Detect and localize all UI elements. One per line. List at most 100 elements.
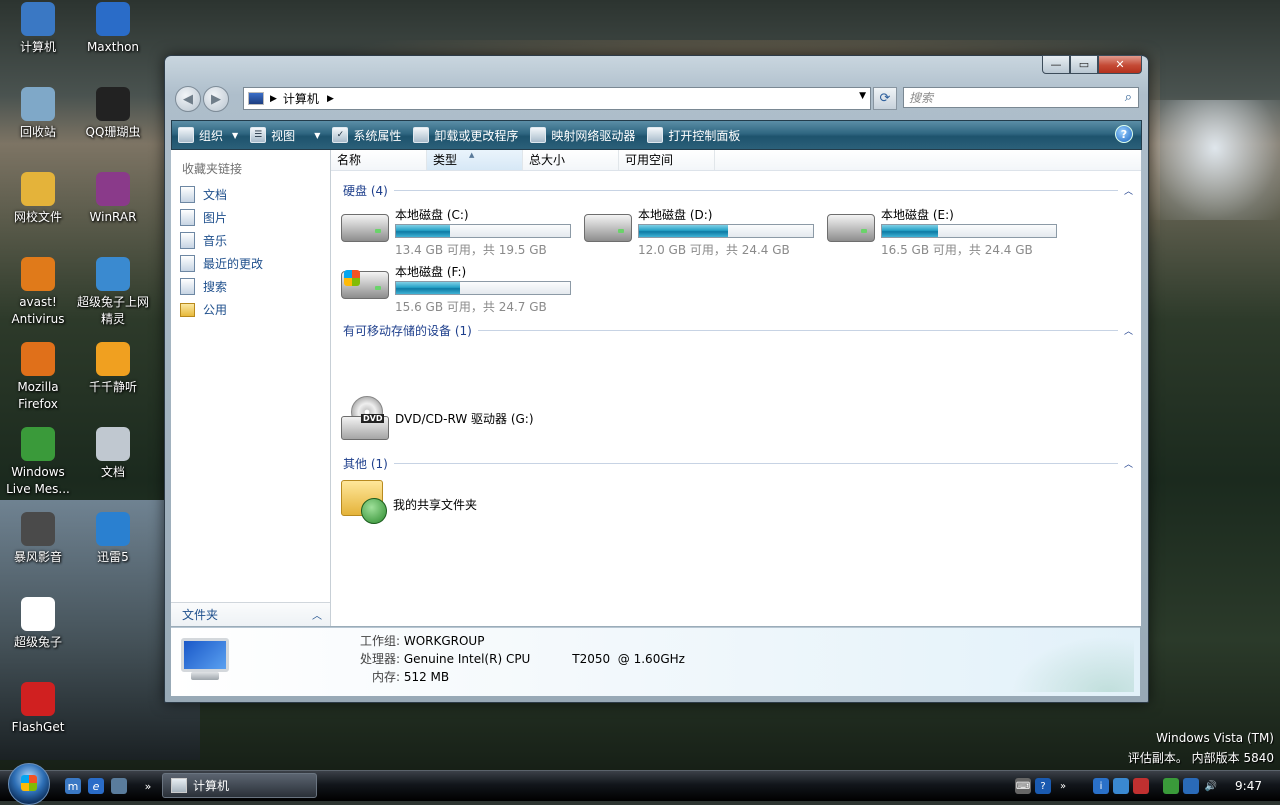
ie-icon[interactable]: e (88, 778, 104, 794)
address-bar[interactable]: ▶ 计算机 ▶ ▼ (243, 87, 871, 110)
group-header-other[interactable]: 其他 (1) ︿ (343, 456, 1133, 471)
desktop-icon[interactable]: 文档 (75, 427, 151, 481)
nav-item-label: 图片 (203, 211, 228, 225)
search-input[interactable]: 搜索 ⌕ (903, 87, 1139, 108)
messenger-icon (21, 427, 55, 461)
network-status-icon[interactable] (1163, 778, 1180, 794)
desktop-icon[interactable]: 暴风影音 (0, 512, 76, 566)
tray-overflow-icon[interactable]: » (1055, 778, 1071, 794)
views-button[interactable]: ☰ 视图 ▼ (244, 123, 326, 147)
volume-icon[interactable]: 🔊 (1203, 778, 1219, 794)
drive-c[interactable]: 本地磁盘 (C:) 13.4 GB 可用，共 19.5 GB (341, 202, 573, 257)
taskbar-window-button[interactable]: 计算机 (162, 773, 317, 798)
show-desktop-icon[interactable] (111, 778, 127, 794)
computer-icon (21, 2, 55, 36)
memory-value: 512 MB (403, 670, 450, 684)
quicklaunch-overflow-icon[interactable]: » (140, 778, 156, 794)
desktop-icon[interactable]: avast! Antivirus (0, 257, 76, 328)
nav-item-icon (180, 255, 195, 272)
desktop-icon[interactable]: Maxthon (75, 2, 151, 56)
monitor-tray-icon[interactable] (1183, 778, 1200, 794)
organize-button[interactable]: 组织 ▼ (172, 123, 244, 147)
column-free-space[interactable]: 可用空间 (619, 150, 715, 170)
nav-item[interactable]: 文档 (171, 183, 330, 206)
desktop-icon[interactable]: 千千静听 (75, 342, 151, 396)
desktop-icon[interactable]: 网校文件 (0, 172, 76, 226)
chevron-down-icon: ▼ (232, 130, 239, 140)
desktop-icon-label: avast! Antivirus (11, 295, 65, 326)
hard-drive-icon (827, 214, 875, 242)
desktop-icon[interactable]: 迅雷5 (75, 512, 151, 566)
search-icon[interactable]: ⌕ (1125, 90, 1132, 105)
folder-icon (21, 172, 55, 206)
refresh-button[interactable]: ⟳ (873, 87, 897, 110)
command-bar: 组织 ▼ ☰ 视图 ▼ ✓ 系统属性 卸载或更改程序 映射网络驱动器 打开控制面板 ? (171, 120, 1142, 150)
column-headers: 名称 ▲ 类型 总大小 可用空间 (331, 150, 1141, 171)
drive-d[interactable]: 本地磁盘 (D:) 12.0 GB 可用，共 24.4 GB (584, 202, 816, 257)
close-button[interactable]: ✕ (1098, 55, 1142, 74)
maximize-button[interactable]: ▭ (1070, 55, 1098, 74)
nav-item[interactable]: 最近的更改 (171, 252, 330, 275)
app-tray-icon[interactable] (1133, 778, 1150, 794)
desktop-icon[interactable]: WinRAR (75, 172, 151, 226)
avast-icon (21, 257, 55, 291)
start-button[interactable] (8, 763, 50, 805)
rabbit-icon (21, 597, 55, 631)
control-panel-button[interactable]: 打开控制面板 (641, 123, 746, 147)
views-icon: ☰ (250, 127, 267, 143)
chevron-up-icon: ︿ (1123, 186, 1133, 197)
folders-toggle[interactable]: 文件夹 ︿ (171, 602, 330, 626)
maxthon-quicklaunch-icon[interactable]: m (65, 778, 81, 794)
nav-item[interactable]: 公用 (171, 298, 330, 321)
column-type[interactable]: ▲ 类型 (427, 150, 523, 170)
drive-f[interactable]: 本地磁盘 (F:) 15.6 GB 可用，共 24.7 GB (341, 259, 573, 314)
column-total-size[interactable]: 总大小 (523, 150, 619, 170)
hard-drive-icon (341, 270, 389, 299)
desktop-icon[interactable]: 回收站 (0, 87, 76, 141)
help-icon[interactable]: ? (1115, 125, 1133, 143)
desktop-icon[interactable]: 超级兔子上网精灵 (75, 257, 151, 328)
column-total-size-label: 总大小 (529, 153, 566, 167)
details-pane: 工作组: WORKGROUP 处理器: Genuine Intel(R) CPU… (171, 627, 1140, 696)
desktop-icon[interactable]: 超级兔子 (0, 597, 76, 651)
clock[interactable]: 9:47 (1235, 779, 1262, 793)
nav-item[interactable]: 音乐 (171, 229, 330, 252)
file-list: 名称 ▲ 类型 总大小 可用空间 硬盘 (4) ︿ 本地磁盘 (C:) 13.4 G… (331, 150, 1141, 626)
desktop-icon[interactable]: QQ珊瑚虫 (75, 87, 151, 141)
network-tray-icon[interactable] (1113, 778, 1130, 794)
back-button[interactable]: ◀ (175, 86, 201, 112)
desktop-icon-label: 超级兔子上网精灵 (76, 295, 149, 326)
thunder-icon (96, 512, 130, 546)
map-drive-button[interactable]: 映射网络驱动器 (524, 123, 641, 147)
group-header-removable[interactable]: 有可移动存储的设备 (1) ︿ (343, 323, 1133, 338)
chevron-up-icon: ︿ (312, 611, 322, 622)
system-properties-button[interactable]: ✓ 系统属性 (326, 123, 407, 147)
monitor-base (191, 672, 219, 680)
group-other-label: 其他 (1) (343, 456, 388, 471)
uninstall-button[interactable]: 卸载或更改程序 (407, 123, 524, 147)
uninstall-icon (413, 127, 430, 143)
keyboard-icon[interactable]: ⌨ (1015, 778, 1032, 794)
desktop-icon-label: 文档 (100, 465, 125, 479)
breadcrumb-computer[interactable]: 计算机 (283, 90, 319, 107)
desktop-icon[interactable]: Mozilla Firefox (0, 342, 76, 413)
nav-item[interactable]: 图片 (171, 206, 330, 229)
wallpaper-snow (1150, 100, 1280, 220)
desktop-icon[interactable]: Windows Live Mes... (0, 427, 76, 498)
minimize-button[interactable]: — (1042, 55, 1070, 74)
address-dropdown-icon[interactable]: ▼ (859, 91, 866, 101)
group-header-hdd[interactable]: 硬盘 (4) ︿ (343, 183, 1133, 198)
drive-e[interactable]: 本地磁盘 (E:) 16.5 GB 可用，共 24.4 GB (827, 202, 1059, 257)
info-icon[interactable]: i (1093, 778, 1110, 794)
help-tray-icon[interactable]: ? (1035, 778, 1052, 794)
desktop-icon[interactable]: FlashGet (0, 682, 76, 736)
decorative-swoosh (1004, 632, 1134, 692)
desktop-icon[interactable]: 计算机 (0, 2, 76, 56)
nav-item[interactable]: 搜索 (171, 275, 330, 298)
chevron-up-icon: ︿ (1123, 459, 1133, 470)
organize-icon (178, 127, 194, 143)
nav-item-icon (180, 278, 195, 295)
sort-arrow-icon: ▲ (469, 151, 475, 159)
column-name[interactable]: 名称 (331, 150, 427, 170)
forward-button[interactable]: ▶ (203, 86, 229, 112)
